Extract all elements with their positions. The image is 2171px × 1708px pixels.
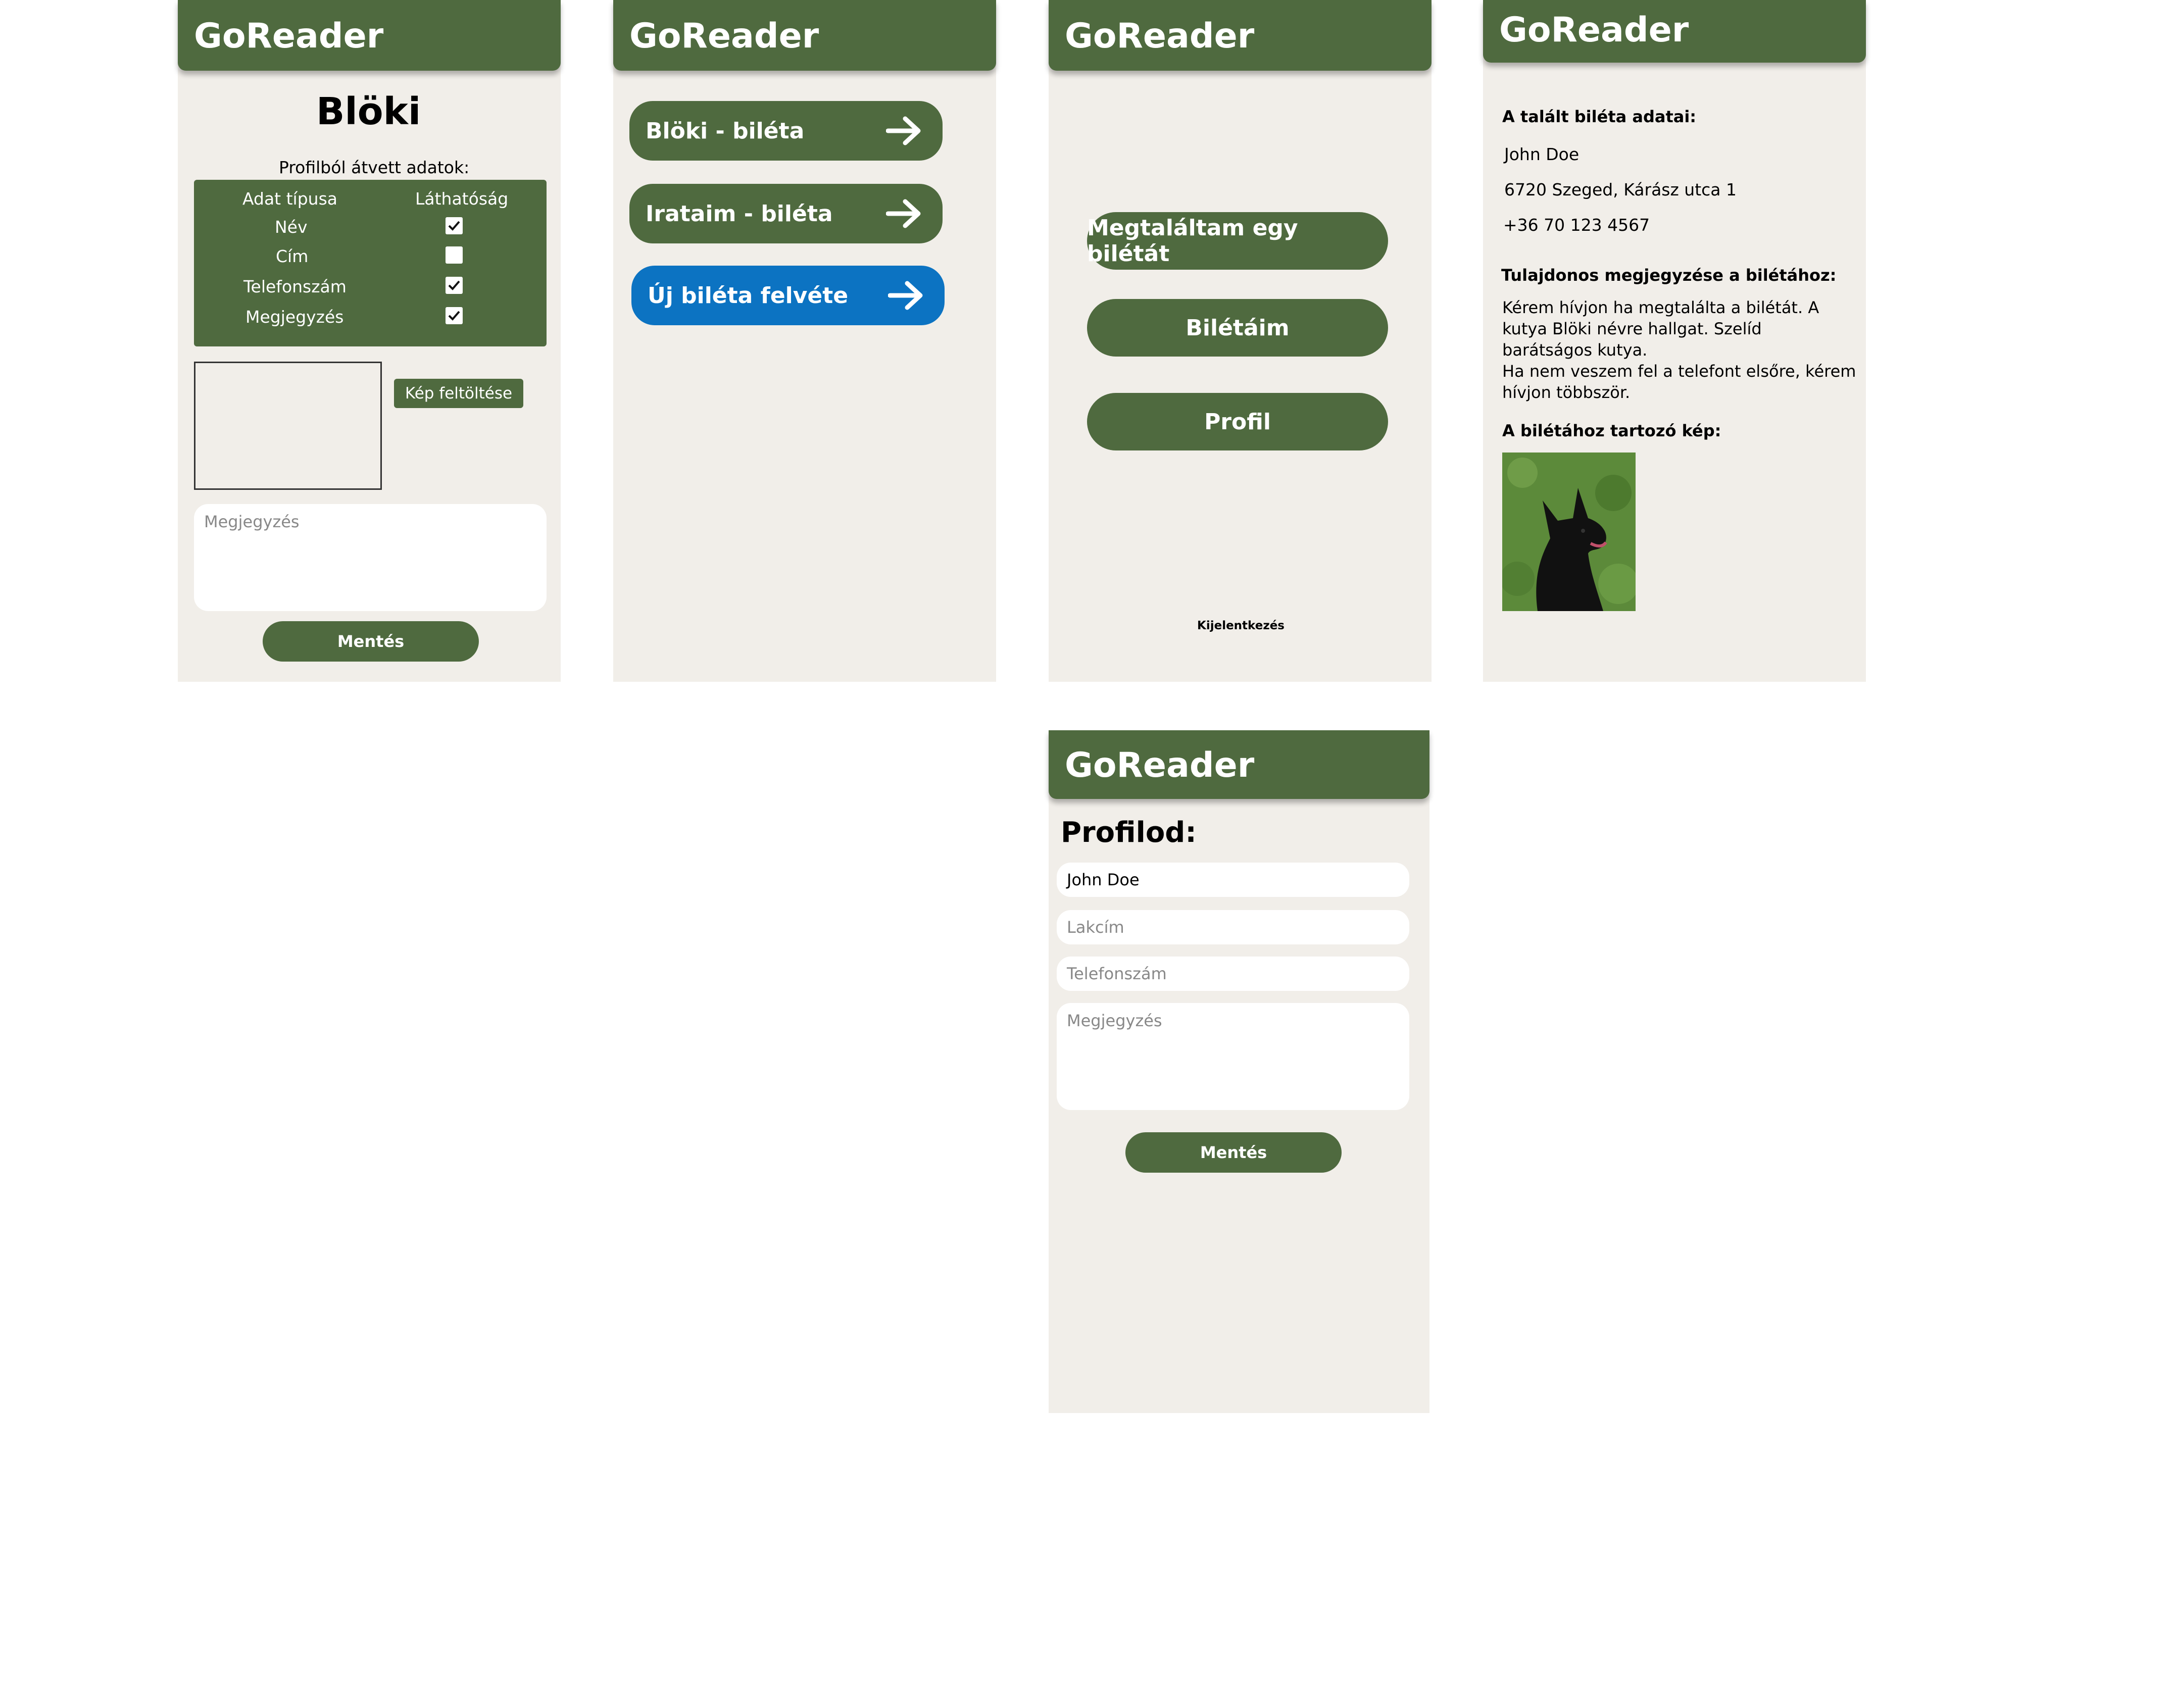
screen-tag-list: GoReader Blöki - biléta Irataim - biléta… [613,0,996,682]
visibility-checkbox-note[interactable] [446,307,463,324]
found-tag-button[interactable]: Megtaláltam egy bilétát [1087,212,1388,270]
row-label-phone: Telefonszám [243,277,347,296]
visibility-checkbox-phone[interactable] [446,277,463,294]
found-heading: A talált biléta adatai: [1502,107,1697,126]
profile-button[interactable]: Profil [1087,393,1388,450]
owner-note-line: Kérem hívjon ha megtalálta a bilétát. A [1502,298,1819,317]
dog-photo [1502,453,1636,611]
tag-item-label: Irataim - biléta [646,200,833,227]
screen-tag-editor: GoReader Blöki Profilból átvett adatok: … [178,0,561,682]
owner-name: John Doe [1504,144,1580,164]
save-label: Mentés [337,632,405,651]
app-title: GoReader [1065,16,1255,56]
app-bar: GoReader [613,0,996,71]
dog-image [1502,453,1636,611]
my-tags-button[interactable]: Bilétáim [1087,299,1388,357]
owner-phone: +36 70 123 4567 [1503,215,1650,235]
app-title: GoReader [629,16,819,56]
address-placeholder: Lakcím [1067,918,1124,937]
phone-placeholder: Telefonszám [1067,964,1167,983]
row-label-note: Megjegyzés [245,307,344,327]
app-bar: GoReader [1049,0,1432,71]
tag-item-documents[interactable]: Irataim - biléta [629,184,943,243]
app-title: GoReader [1065,745,1255,785]
owner-note: Kérem hívjon ha megtalálta a bilétát. A … [1502,297,1856,403]
new-tag-label: Új biléta felvéte [648,282,849,309]
owner-note-line: hívjon többször. [1502,383,1631,402]
arrow-right-icon [886,199,921,228]
phone-field[interactable]: Telefonszám [1057,957,1409,991]
check-icon [448,221,460,231]
new-tag-button[interactable]: Új biléta felvéte [631,266,945,325]
check-icon [448,311,460,321]
arrow-right-icon [886,116,921,145]
visibility-table: Adat típusa Láthatóság Név Cím Telefonsz… [194,180,547,346]
image-heading: A bilétához tartozó kép: [1502,421,1721,440]
logout-link[interactable]: Kijelentkezés [1197,619,1285,632]
upload-image-label: Kép feltöltése [405,384,513,403]
row-label-address: Cím [276,246,309,266]
image-placeholder [194,362,382,490]
row-label-name: Név [275,217,308,237]
column-header-visibility: Láthatóság [415,189,509,209]
upload-image-button[interactable]: Kép feltöltése [394,379,523,408]
app-bar: GoReader [178,0,561,71]
address-field[interactable]: Lakcím [1057,910,1409,944]
note-heading: Tulajdonos megjegyzése a bilétához: [1501,266,1837,285]
owner-note-line: Ha nem veszem fel a telefont elsőre, kér… [1502,362,1856,381]
visibility-checkbox-address[interactable] [446,246,463,264]
name-field[interactable]: John Doe [1057,863,1409,897]
found-tag-label: Megtaláltam egy bilétát [1087,215,1298,267]
app-bar: GoReader [1049,730,1429,799]
screen-found-tag: GoReader A talált biléta adatai: John Do… [1483,0,1866,682]
name-value: John Doe [1067,870,1140,889]
my-tags-label: Bilétáim [1186,315,1290,341]
save-button[interactable]: Mentés [263,621,479,662]
column-header-type: Adat típusa [242,189,337,209]
app-bar: GoReader [1483,0,1866,63]
note-input[interactable]: Megjegyzés [1057,1003,1409,1110]
note-input[interactable]: Megjegyzés [194,504,547,611]
page-title: Blöki [316,90,421,133]
owner-note-line: kutya Blöki névre hallgat. Szelíd [1502,319,1762,338]
check-icon [448,280,460,290]
screen-main-menu: GoReader Megtaláltam egy bilétát Bilétái… [1049,0,1432,682]
profile-label: Profil [1204,409,1271,435]
tag-item-bloki[interactable]: Blöki - biléta [629,101,943,161]
arrow-right-icon [888,281,923,310]
app-title: GoReader [194,16,384,56]
note-placeholder: Megjegyzés [204,512,300,531]
visibility-checkbox-name[interactable] [446,217,463,234]
save-button[interactable]: Mentés [1125,1132,1342,1173]
save-label: Mentés [1200,1143,1267,1162]
owner-note-line: barátságos kutya. [1502,340,1648,360]
section-label: Profilból átvett adatok: [279,158,470,177]
note-placeholder: Megjegyzés [1067,1011,1162,1030]
screen-profile: GoReader Profilod: John Doe Lakcím Telef… [1049,730,1429,1413]
tag-item-label: Blöki - biléta [646,118,805,144]
page-title: Profilod: [1061,816,1197,849]
owner-address: 6720 Szeged, Kárász utca 1 [1504,180,1737,199]
app-title: GoReader [1499,10,1689,50]
